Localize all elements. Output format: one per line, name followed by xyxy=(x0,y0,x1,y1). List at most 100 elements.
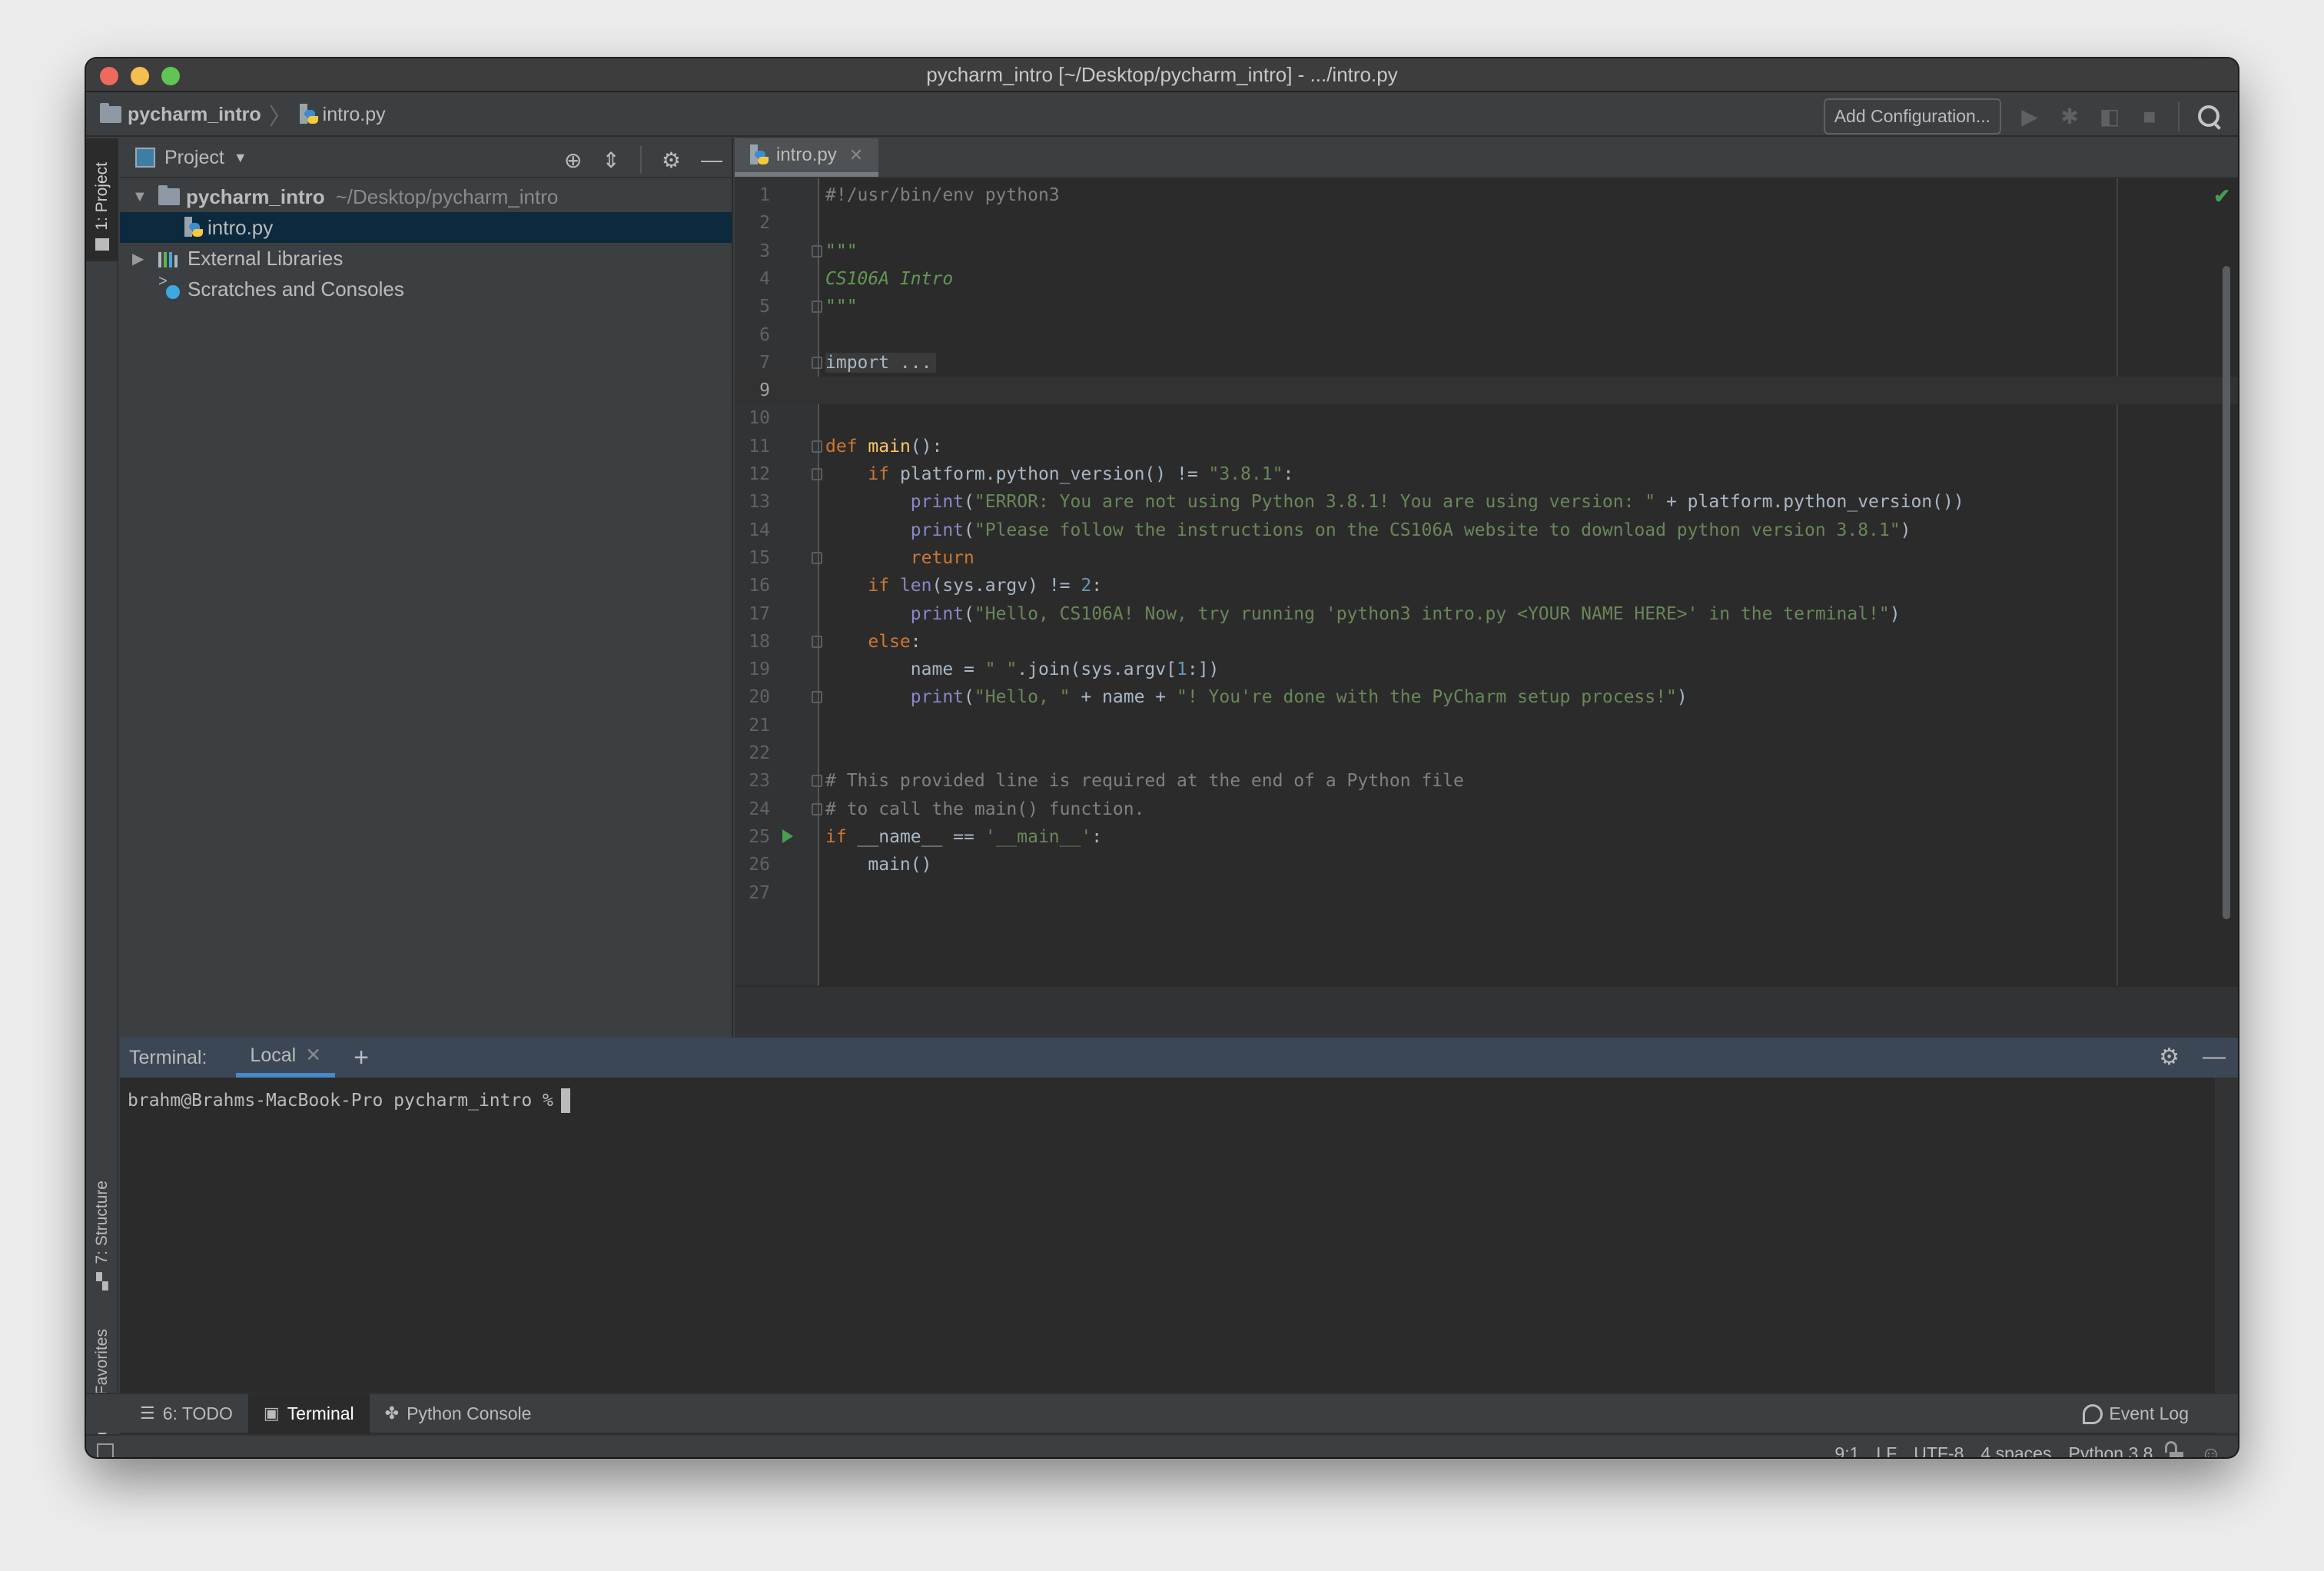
tree-item-label: External Libraries xyxy=(188,246,344,270)
search-icon[interactable] xyxy=(2196,104,2223,130)
editor-tab-intro-py[interactable]: intro.py ✕ xyxy=(735,138,879,177)
code-line[interactable]: 16 if len(sys.argv) != 2: xyxy=(735,572,2238,600)
event-log-button[interactable]: Event Log xyxy=(2083,1403,2189,1424)
add-configuration-button[interactable]: Add Configuration... xyxy=(1823,98,2001,135)
code-line[interactable]: 1 #!/usr/bin/env python3 xyxy=(735,181,2238,209)
gear-icon[interactable]: ⚙ xyxy=(662,148,681,173)
unlock-icon[interactable] xyxy=(2165,1440,2184,1457)
fold-marker-icon[interactable] xyxy=(812,775,822,788)
python-file-icon xyxy=(184,217,203,238)
code-line[interactable]: 17 print("Hello, CS106A! Now, try runnin… xyxy=(735,600,2238,628)
fold-marker-icon[interactable] xyxy=(812,440,822,453)
code-line[interactable]: 7 import ... xyxy=(735,349,2238,377)
file-encoding[interactable]: UTF-8 xyxy=(1914,1443,1964,1457)
code-line[interactable]: 25 if __name__ == '__main__': xyxy=(735,823,2238,851)
code-line[interactable]: 9 xyxy=(735,377,2238,405)
tool-tab-todo[interactable]: ☰ 6: TODO xyxy=(124,1393,248,1433)
code-line[interactable]: 21 xyxy=(735,712,2238,739)
code-line[interactable]: 27 xyxy=(735,879,2238,907)
terminal-tab-local[interactable]: Local ✕ xyxy=(236,1038,336,1078)
fold-marker-icon[interactable] xyxy=(812,301,822,314)
fold-marker-icon[interactable] xyxy=(812,551,822,564)
breadcrumb-project[interactable]: pycharm_intro xyxy=(128,104,261,126)
code-line[interactable]: 24 # to call the main() function. xyxy=(735,795,2238,823)
tool-tab-structure[interactable]: 7: Structure ▚ xyxy=(86,1153,118,1291)
code-text: print("Hello, " + name + "! You're done … xyxy=(910,687,1688,708)
code-line[interactable]: 26 main() xyxy=(735,851,2238,878)
stop-icon[interactable]: ■ xyxy=(2138,105,2161,129)
tree-item-external-libraries[interactable]: ▶ External Libraries xyxy=(120,243,732,274)
tree-item-scratches[interactable]: Scratches and Consoles xyxy=(120,273,732,304)
collapse-all-icon[interactable]: ⇕ xyxy=(602,148,619,173)
hide-panel-icon[interactable]: — xyxy=(701,148,722,172)
debug-icon[interactable]: ✱ xyxy=(2058,104,2081,129)
code-line[interactable]: 18 else: xyxy=(735,628,2238,656)
code-text: return xyxy=(910,547,974,568)
code-line[interactable]: 11 def main(): xyxy=(735,433,2238,460)
close-window-button[interactable] xyxy=(100,67,118,85)
project-view-selector[interactable]: Project xyxy=(164,147,224,169)
terminal-output[interactable]: brahm@Brahms-MacBook-Pro pycharm_intro % xyxy=(120,1078,2238,1124)
run-gutter-icon[interactable] xyxy=(782,829,793,843)
status-items: 9:1 LF UTF-8 4 spaces Python 3.8 ☺ xyxy=(1834,1440,2221,1457)
close-tab-icon[interactable]: ✕ xyxy=(305,1044,321,1067)
code-line[interactable]: 5 """ xyxy=(735,293,2238,321)
code-line[interactable]: 12 if platform.python_version() != "3.8.… xyxy=(735,460,2238,488)
code-line[interactable]: 6 xyxy=(735,321,2238,349)
code-text: if len(sys.argv) != 2: xyxy=(868,576,1103,596)
indent-setting[interactable]: 4 spaces xyxy=(1980,1443,2051,1457)
line-separator[interactable]: LF xyxy=(1876,1443,1897,1457)
window-title: pycharm_intro [~/Desktop/pycharm_intro] … xyxy=(926,62,1398,86)
gear-icon[interactable]: ⚙ xyxy=(2159,1044,2180,1071)
code-line[interactable]: 4 CS106A Intro xyxy=(735,265,2238,293)
fold-marker-icon[interactable] xyxy=(812,356,822,369)
python-interpreter[interactable]: Python 3.8 xyxy=(2068,1443,2153,1457)
fold-marker-icon[interactable] xyxy=(812,244,822,257)
hide-panel-icon[interactable]: — xyxy=(2203,1044,2226,1071)
code-line[interactable]: 2 xyxy=(735,209,2238,237)
caret-position[interactable]: 9:1 xyxy=(1834,1443,1859,1457)
collapsed-arrow-icon[interactable]: ▶ xyxy=(132,249,148,268)
fold-marker-icon[interactable] xyxy=(812,468,822,480)
project-view-icon xyxy=(135,148,155,168)
breadcrumb-file[interactable]: intro.py xyxy=(323,104,386,126)
expanded-arrow-icon[interactable]: ▼ xyxy=(132,188,148,206)
minimize-window-button[interactable] xyxy=(131,67,149,85)
inspector-hector-icon[interactable]: ☺ xyxy=(2200,1442,2221,1457)
code-line[interactable]: 13 print("ERROR: You are not using Pytho… xyxy=(735,488,2238,516)
code-line[interactable]: 20 print("Hello, " + name + "! You're do… xyxy=(735,683,2238,711)
fold-marker-icon[interactable] xyxy=(812,691,822,704)
code-line[interactable]: 14 print("Please follow the instructions… xyxy=(735,516,2238,544)
editor-scrollbar[interactable] xyxy=(2223,266,2230,919)
new-terminal-icon[interactable]: + xyxy=(354,1043,369,1073)
tree-item-project-root[interactable]: ▼ pycharm_intro ~/Desktop/pycharm_intro xyxy=(120,181,732,212)
code-line[interactable]: 19 name = " ".join(sys.argv[1:]) xyxy=(735,656,2238,683)
event-log-label: Event Log xyxy=(2109,1403,2189,1423)
inspection-ok-icon[interactable]: ✔ xyxy=(2213,184,2230,208)
maximize-window-button[interactable] xyxy=(161,67,180,85)
chevron-down-icon[interactable]: ▼ xyxy=(234,150,247,166)
fold-marker-icon[interactable] xyxy=(812,802,822,815)
tool-tab-project[interactable]: 1: Project xyxy=(86,138,118,261)
tool-tab-python-console[interactable]: ✤ Python Console xyxy=(370,1393,547,1433)
close-tab-icon[interactable]: ✕ xyxy=(849,145,863,165)
line-number: 26 xyxy=(749,855,770,875)
line-number: 10 xyxy=(749,408,770,429)
toggle-tool-windows-icon[interactable] xyxy=(97,1443,114,1457)
tree-item-intro-py[interactable]: intro.py xyxy=(120,212,732,243)
locate-file-icon[interactable]: ⊕ xyxy=(564,148,582,173)
code-area[interactable]: 1 #!/usr/bin/env python3 2 3 """ 4 CS106A Intr… xyxy=(735,178,2238,985)
code-line[interactable]: 15 return xyxy=(735,544,2238,572)
editor-tab-label: intro.py xyxy=(776,144,837,165)
run-icon[interactable]: ▶ xyxy=(2018,104,2041,129)
tool-tab-terminal[interactable]: ▣ Terminal xyxy=(247,1393,370,1433)
fold-marker-icon[interactable] xyxy=(812,635,822,648)
code-line[interactable]: 10 xyxy=(735,404,2238,432)
code-line[interactable]: 3 """ xyxy=(735,237,2238,265)
line-number: 27 xyxy=(749,882,770,903)
scratches-icon xyxy=(158,273,181,301)
run-with-coverage-icon[interactable]: ◧ xyxy=(2098,104,2121,129)
code-line[interactable]: 23 # This provided line is required at th… xyxy=(735,767,2238,795)
python-file-icon xyxy=(750,144,769,166)
code-line[interactable]: 22 xyxy=(735,739,2238,767)
